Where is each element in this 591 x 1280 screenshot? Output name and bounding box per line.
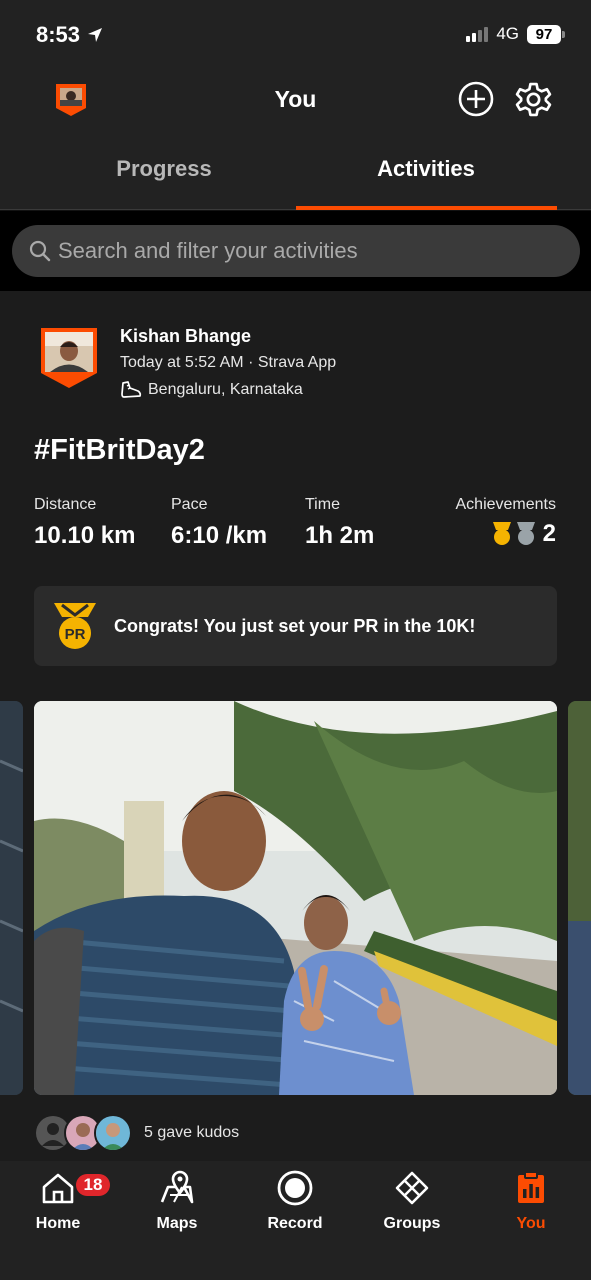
stat-distance: Distance 10.10 km <box>34 496 135 550</box>
stat-value: 10.10 km <box>34 522 136 549</box>
battery-level: 97 <box>527 24 561 44</box>
clock: 8:53 <box>36 22 81 47</box>
silver-medal-icon <box>516 522 535 545</box>
search-icon <box>29 240 51 262</box>
athlete-name[interactable]: Kishan Bhange <box>120 326 251 347</box>
gold-medal-icon <box>492 522 511 545</box>
header: You Progress Activities <box>0 70 591 210</box>
stat-label: Distance <box>34 496 97 513</box>
tab-label: You <box>516 1215 546 1232</box>
pr-medal-text: PR <box>65 626 86 643</box>
tab-label: Record <box>267 1215 323 1232</box>
kudos-row[interactable]: 5 gave kudos <box>34 1114 239 1152</box>
stat-label: Pace <box>171 496 208 513</box>
record-icon <box>277 1170 313 1206</box>
tab-label: Home <box>35 1215 81 1232</box>
active-tab-indicator <box>296 206 557 210</box>
stat-value: 1h 2m <box>305 522 375 549</box>
tab-record[interactable]: Record <box>245 1169 345 1233</box>
pr-medal-icon: PR <box>54 603 96 649</box>
stat-pace: Pace 6:10 /km <box>171 496 267 550</box>
achievement-count: 2 <box>542 520 556 547</box>
kudos-count[interactable]: 5 gave kudos <box>144 1124 239 1142</box>
activity-location: Bengaluru, Karnataka <box>120 380 303 400</box>
avatar <box>94 1114 132 1152</box>
add-icon[interactable] <box>458 81 494 117</box>
you-icon <box>518 1171 544 1203</box>
pr-text: Congrats! You just set your PR in the 10… <box>114 615 476 636</box>
activity-photo[interactable] <box>34 701 557 1095</box>
gear-icon[interactable] <box>515 81 552 118</box>
athlete-avatar[interactable] <box>40 327 98 389</box>
notification-badge: 18 <box>76 1174 110 1196</box>
tab-you[interactable]: You <box>481 1169 581 1233</box>
bottom-tab-bar: Home 18 Maps Record Groups You <box>0 1161 591 1280</box>
next-photo[interactable] <box>568 701 591 1095</box>
status-bar: 8:53 4G 97 <box>0 0 591 70</box>
status-time: 8:53 <box>36 22 104 48</box>
tab-label: Maps <box>156 1215 198 1232</box>
page-title: You <box>274 86 317 112</box>
groups-icon <box>395 1171 429 1205</box>
network-type: 4G <box>496 24 519 43</box>
status-indicators: 4G 97 <box>466 24 565 44</box>
search-bar[interactable] <box>12 225 580 277</box>
tab-maps[interactable]: Maps <box>127 1169 227 1233</box>
activity-card[interactable]: Kishan Bhange Today at 5:52 AM · Strava … <box>0 291 591 1161</box>
stat-label: Achievements <box>455 496 557 513</box>
location-arrow-icon <box>88 28 103 42</box>
search-input[interactable] <box>58 238 558 264</box>
tab-activities[interactable]: Activities <box>296 156 556 182</box>
tab-home[interactable]: Home 18 <box>8 1169 110 1233</box>
battery-icon: 97 <box>527 24 565 44</box>
maps-icon <box>160 1170 194 1204</box>
stat-time: Time 1h 2m <box>305 496 374 550</box>
tab-label: Groups <box>383 1215 441 1232</box>
tab-groups[interactable]: Groups <box>362 1169 462 1233</box>
stat-achievements[interactable]: Achievements 2 <box>456 496 557 548</box>
location-text: Bengaluru, Karnataka <box>148 381 303 398</box>
pr-banner[interactable]: PR Congrats! You just set your PR in the… <box>34 586 557 666</box>
stat-label: Time <box>305 496 340 513</box>
home-icon <box>42 1173 74 1204</box>
run-shoe-icon <box>121 381 142 398</box>
previous-photo[interactable] <box>0 701 23 1095</box>
stat-value: 6:10 /km <box>171 522 268 549</box>
tab-progress[interactable]: Progress <box>34 156 294 182</box>
search-container <box>0 211 591 291</box>
signal-icon <box>466 26 489 42</box>
activity-title[interactable]: #FitBritDay2 <box>34 434 205 467</box>
activity-meta: Today at 5:52 AM · Strava App <box>120 354 337 371</box>
